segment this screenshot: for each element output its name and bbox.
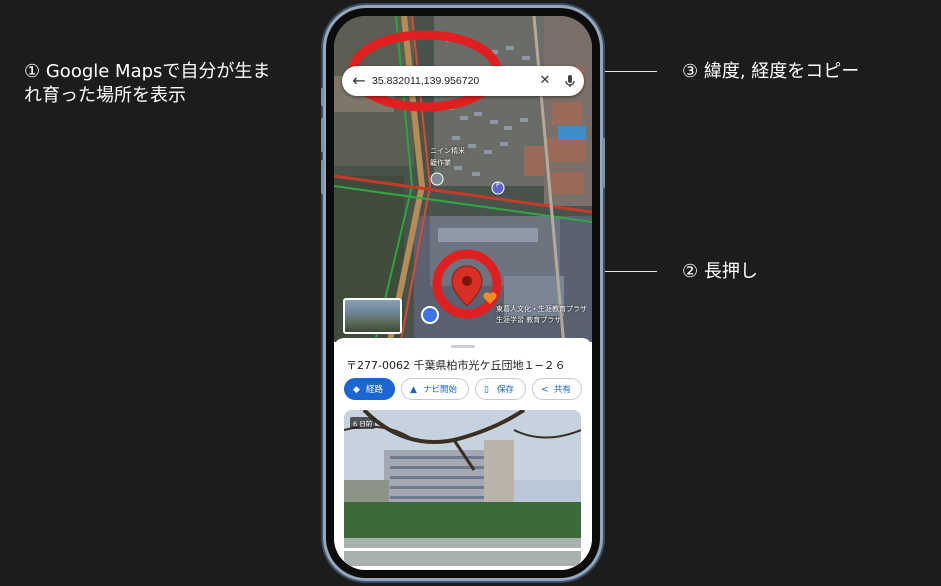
action-chips: ◆ 経路 ▲ ナビ開始 ▯ 保存 < 共有 bbox=[344, 378, 592, 402]
save-label: 保存 bbox=[497, 385, 515, 395]
search-input[interactable]: 35.832011,139.956720 bbox=[372, 66, 479, 96]
bookmark-icon: ▯ bbox=[484, 385, 489, 395]
phone-side-button bbox=[321, 88, 324, 106]
satellite-imagery bbox=[334, 16, 592, 342]
share-button[interactable]: < 共有 bbox=[532, 378, 582, 400]
map-label-parking: P bbox=[496, 182, 500, 189]
map-label: 生涯学習 教育プラザ bbox=[496, 316, 562, 324]
place-address: 〒277-0062 千葉県柏市光ケ丘団地１−２６ bbox=[346, 359, 566, 372]
step1-annotation: ① Google Mapsで自分が生まれ育った場所を表示 bbox=[24, 61, 271, 106]
street-photo bbox=[344, 410, 581, 566]
step2-annotation: ② 長押し bbox=[682, 261, 758, 282]
search-bar[interactable]: ← 35.832011,139.956720 ✕ bbox=[342, 66, 584, 96]
phone-volume-up bbox=[321, 118, 324, 152]
share-label: 共有 bbox=[554, 385, 572, 395]
navigation-icon: ▲ bbox=[410, 385, 417, 395]
directions-button[interactable]: ◆ 経路 bbox=[344, 378, 395, 400]
photo-age-badge: 6 日前 bbox=[350, 417, 376, 429]
phone-power-button bbox=[602, 138, 605, 188]
share-icon: < bbox=[541, 385, 549, 395]
satellite-map[interactable]: ニイン精米 籠作業 P 東葛人文化・生涯教育プラザ 生涯学習 教育プラザ ← 3… bbox=[334, 16, 592, 342]
place-photo[interactable]: 6 日前 bbox=[344, 410, 581, 566]
map-label: 東葛人文化・生涯教育プラザ bbox=[496, 305, 587, 313]
my-location-icon[interactable] bbox=[421, 306, 439, 324]
close-icon[interactable]: ✕ bbox=[536, 72, 554, 90]
phone-frame: ニイン精米 籠作業 P 東葛人文化・生涯教育プラザ 生涯学習 教育プラザ ← 3… bbox=[321, 8, 605, 578]
start-navigation-label: ナビ開始 bbox=[423, 385, 458, 395]
save-button[interactable]: ▯ 保存 bbox=[475, 378, 526, 400]
map-label: 籠作業 bbox=[430, 159, 451, 167]
poi-pin-icon bbox=[430, 172, 444, 186]
phone-screen: ニイン精米 籠作業 P 東葛人文化・生涯教育プラザ 生涯学習 教育プラザ ← 3… bbox=[334, 16, 592, 570]
map-label: ニイン精米 bbox=[430, 147, 465, 155]
step3-leader-line bbox=[592, 71, 657, 72]
sheet-drag-handle[interactable] bbox=[451, 345, 475, 348]
arrow-left-icon[interactable]: ← bbox=[350, 72, 368, 90]
directions-label: 経路 bbox=[366, 385, 384, 395]
place-bottom-sheet: 〒277-0062 千葉県柏市光ケ丘団地１−２６ ◆ 経路 ▲ ナビ開始 ▯ 保… bbox=[334, 338, 592, 570]
directions-icon: ◆ bbox=[353, 385, 360, 395]
street-view-thumbnail[interactable] bbox=[343, 298, 402, 334]
phone-volume-down bbox=[321, 160, 324, 194]
step3-annotation: ③ 緯度, 経度をコピー bbox=[682, 61, 860, 82]
start-navigation-button[interactable]: ▲ ナビ開始 bbox=[401, 378, 469, 400]
microphone-icon[interactable] bbox=[562, 72, 578, 90]
